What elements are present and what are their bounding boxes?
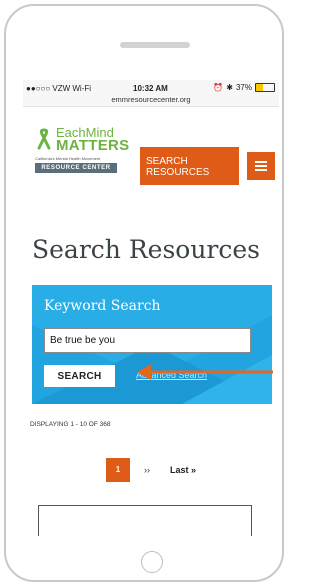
next-page-link[interactable]: ›› [144, 465, 150, 475]
bluetooth-icon: ✱ [226, 83, 233, 92]
pagination: 1 ›› Last » [23, 458, 279, 482]
last-page-link[interactable]: Last » [170, 465, 196, 475]
status-right-group: ⏰ ✱ 37% [213, 83, 275, 92]
page-title: Search Resources [32, 235, 261, 264]
status-bar: ●●○○○ VZW Wi-Fi 10:32 AM ⏰ ✱ 37% emmreso… [23, 80, 279, 107]
orange-arrow-annotation [137, 364, 273, 380]
address-bar-url[interactable]: emmresourcecenter.org [23, 95, 279, 104]
logo-word-matters: MATTERS [56, 137, 130, 154]
battery-fill [256, 84, 263, 91]
results-list-container [38, 505, 252, 536]
home-button[interactable] [141, 551, 163, 573]
battery-percent: 37% [235, 83, 252, 92]
results-count: DISPLAYING 1 - 10 OF 368 [30, 421, 111, 428]
menu-bar-bottom [255, 169, 267, 171]
logo-resource-center-banner: RESOURCE CENTER [35, 163, 117, 173]
page-1-current[interactable]: 1 [106, 458, 130, 482]
logo-tagline: California's Mental Health Movement [35, 156, 101, 161]
phone-speaker [120, 42, 190, 48]
search-resources-button[interactable]: SEARCH RESOURCES [140, 147, 239, 185]
keyword-search-input[interactable] [44, 328, 251, 353]
status-time: 10:32 AM [133, 84, 168, 93]
hamburger-menu-icon[interactable] [247, 152, 275, 180]
alarm-icon: ⏰ [213, 83, 224, 92]
battery-icon [255, 83, 275, 92]
ribbon-logo-icon [37, 128, 51, 150]
carrier-label: ●●○○○ VZW Wi-Fi [26, 84, 92, 93]
menu-bar-top [255, 161, 267, 163]
search-button[interactable]: SEARCH [44, 365, 115, 387]
keyword-search-title: Keyword Search [44, 298, 161, 314]
menu-bar-middle [255, 165, 267, 167]
keyword-search-panel: Keyword Search SEARCH Advanced Search [32, 285, 272, 404]
phone-screen: ●●○○○ VZW Wi-Fi 10:32 AM ⏰ ✱ 37% emmreso… [23, 80, 279, 536]
